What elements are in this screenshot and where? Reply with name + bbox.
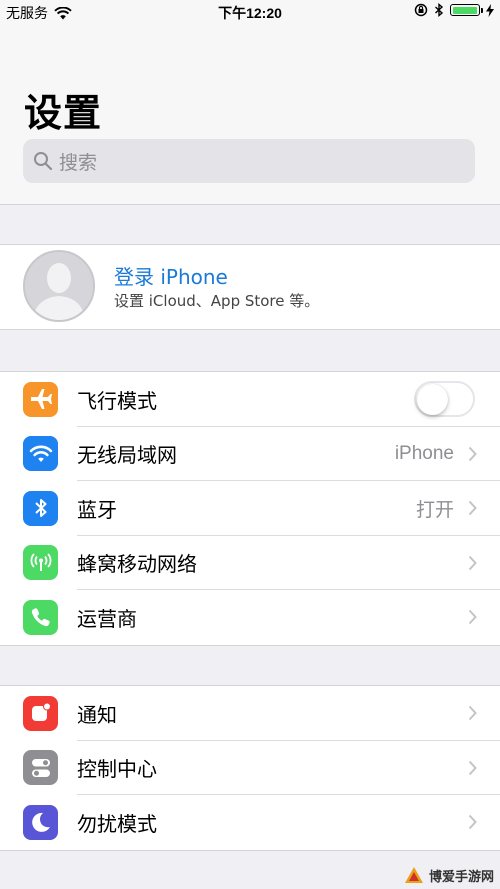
battery-icon	[450, 4, 483, 16]
chevron-right-icon	[468, 760, 477, 775]
chevron-right-icon	[468, 501, 477, 516]
settings-header: 设置 搜索	[0, 24, 500, 205]
chevron-right-icon	[468, 446, 477, 461]
carrier-row[interactable]: 运营商	[0, 590, 500, 645]
search-icon	[34, 152, 53, 171]
watermark-text: 博爱手游网	[428, 869, 494, 885]
cellular-label: 蜂窝移动网络	[77, 552, 197, 577]
airplane-mode-toggle[interactable]	[414, 381, 475, 418]
wifi-icon	[23, 436, 58, 472]
chevron-right-icon	[468, 706, 477, 721]
bluetooth-row[interactable]: 蓝牙 打开	[0, 481, 500, 536]
status-bar: 无服务 下午12:20	[0, 0, 500, 24]
airplane-mode-row[interactable]: 飞行模式	[0, 372, 500, 427]
watermark-badge-icon	[404, 867, 423, 883]
system-group: 通知 控制中心 勿扰模式	[0, 685, 500, 851]
account-row[interactable]: 登录 iPhone 设置 iCloud、App Store 等。	[0, 244, 500, 330]
charging-icon	[486, 3, 494, 17]
toggle-knob	[417, 384, 448, 416]
cellular-row[interactable]: 蜂窝移动网络	[0, 536, 500, 590]
cellular-icon	[23, 545, 58, 581]
account-subtitle: 设置 iCloud、App Store 等。	[114, 292, 320, 310]
notifications-icon	[23, 695, 58, 731]
phone-icon	[23, 599, 58, 635]
chevron-right-icon	[468, 610, 477, 625]
control-center-row[interactable]: 控制中心	[0, 741, 500, 795]
chevron-right-icon	[468, 815, 477, 830]
connectivity-group: 飞行模式 无线局域网 iPhone 蓝牙 打开 蜂窝移动网络 运营商	[0, 371, 500, 646]
search-input[interactable]: 搜索	[23, 139, 475, 183]
bluetooth-icon	[23, 490, 58, 526]
bluetooth-label: 蓝牙	[77, 497, 117, 522]
search-placeholder: 搜索	[59, 151, 98, 174]
avatar	[23, 250, 95, 322]
bluetooth-value: 打开	[415, 499, 454, 521]
wifi-row[interactable]: 无线局域网 iPhone	[0, 427, 500, 481]
do-not-disturb-row[interactable]: 勿扰模式	[0, 795, 500, 850]
control-center-label: 控制中心	[77, 757, 157, 782]
wifi-label: 无线局域网	[77, 443, 177, 468]
page-title: 设置	[24, 91, 103, 135]
carrier-label: 运营商	[77, 606, 137, 631]
wifi-value: iPhone	[394, 442, 454, 464]
watermark-logo: 博爱手游网	[403, 865, 494, 885]
control-center-icon	[23, 750, 58, 786]
person-silhouette-icon	[25, 252, 93, 320]
moon-icon	[23, 804, 58, 840]
airplane-mode-label: 飞行模式	[77, 388, 157, 413]
do-not-disturb-label: 勿扰模式	[77, 811, 157, 836]
notifications-label: 通知	[77, 702, 117, 727]
notifications-row[interactable]: 通知	[0, 686, 500, 741]
orientation-lock-icon	[414, 3, 428, 17]
bluetooth-status-icon	[435, 3, 444, 17]
account-title: 登录 iPhone	[114, 265, 228, 289]
chevron-right-icon	[468, 555, 477, 570]
airplane-icon	[23, 381, 58, 417]
status-right	[414, 3, 494, 17]
